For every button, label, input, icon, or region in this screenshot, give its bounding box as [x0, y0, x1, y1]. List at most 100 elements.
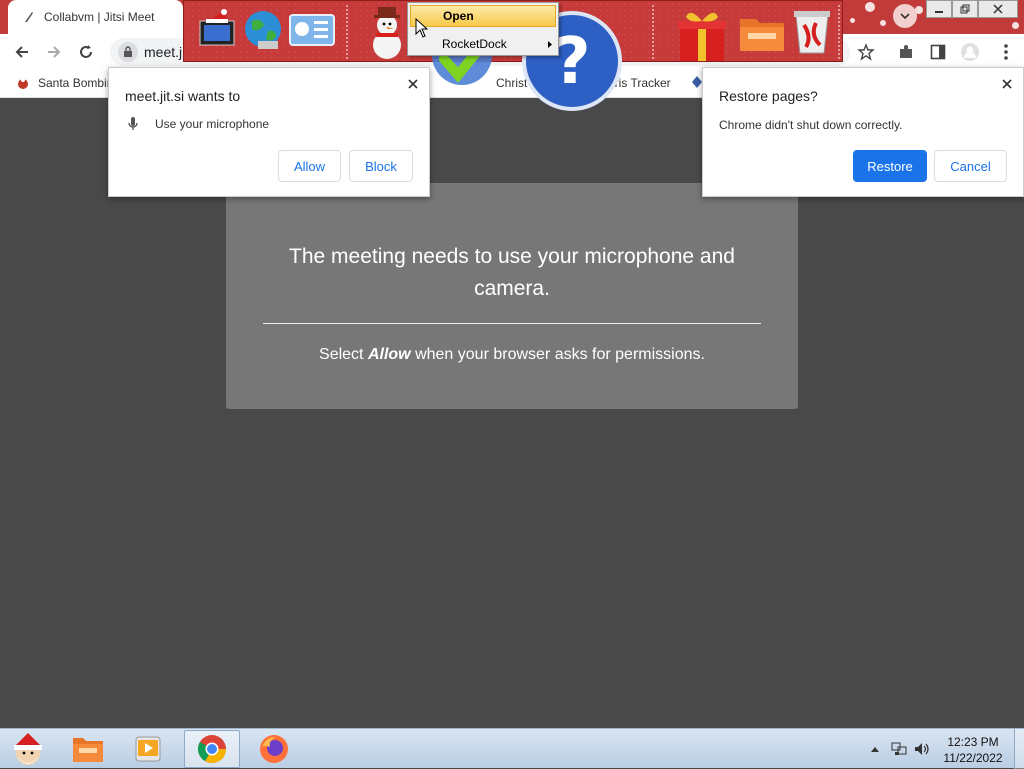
recycle-bin-icon[interactable]: [790, 7, 834, 57]
close-restore-button[interactable]: [999, 76, 1015, 92]
clock-date: 11/22/2022: [943, 751, 1003, 765]
close-icon: [993, 4, 1003, 14]
lock-icon[interactable]: [118, 42, 138, 62]
permission-info-card: The meeting needs to use your microphone…: [226, 183, 798, 409]
chevron-up-icon: [871, 747, 879, 752]
folder-icon: [73, 738, 103, 762]
jitsi-favicon-icon: [25, 12, 33, 22]
snowman-icon[interactable]: [364, 5, 410, 61]
forward-button[interactable]: [42, 40, 66, 64]
close-icon: [408, 79, 418, 89]
network-tray-button[interactable]: [891, 741, 907, 757]
mouse-cursor-icon: [415, 18, 429, 38]
avatar-icon: [961, 43, 979, 61]
svg-text:?: ?: [553, 25, 590, 99]
control-panel-icon[interactable]: [288, 11, 336, 51]
taskbar-chrome[interactable]: [184, 730, 240, 768]
menu-item-label: RocketDock: [442, 37, 507, 51]
snowflake-decoration: [865, 2, 875, 12]
close-window-button[interactable]: [978, 0, 1018, 18]
snowflake-decoration: [1012, 22, 1019, 29]
close-icon: [1002, 79, 1012, 89]
restore-dialog-message: Chrome didn't shut down correctly.: [719, 118, 903, 132]
restore-pages-dialog: Restore pages? Chrome didn't shut down c…: [702, 67, 1024, 197]
folder-icon[interactable]: [738, 11, 786, 55]
volume-tray-button[interactable]: [914, 741, 930, 757]
bookmark-item[interactable]: [692, 76, 702, 88]
permission-heading: The meeting needs to use your microphone…: [289, 245, 735, 300]
arrow-left-icon: [15, 46, 28, 58]
clock-time: 12:23 PM: [947, 735, 999, 749]
globe-icon[interactable]: [240, 7, 286, 53]
menu-item-label: Open: [443, 9, 474, 23]
taskbar-media-player[interactable]: [120, 730, 176, 768]
media-player-icon: [135, 736, 161, 762]
tab-title: Collabvm | Jitsi Meet: [44, 10, 155, 24]
santa-hat-computer-icon[interactable]: [194, 9, 240, 53]
minimize-button[interactable]: [926, 0, 952, 18]
reload-button[interactable]: [74, 40, 98, 64]
profile-button[interactable]: [960, 42, 980, 62]
gift-box-icon[interactable]: [676, 7, 728, 63]
minimize-icon: [935, 11, 943, 13]
santa-start-icon: [14, 733, 42, 765]
chrome-menu-button[interactable]: [996, 42, 1016, 62]
windows-taskbar: 12:23 PM 11/22/2022: [0, 728, 1024, 769]
dock-context-menu: Open RocketDock: [407, 2, 559, 56]
extensions-button[interactable]: [896, 42, 916, 62]
dock-separator: [838, 5, 840, 59]
show-hidden-icons-button[interactable]: [867, 741, 883, 757]
menu-item-rocketdock[interactable]: RocketDock: [410, 33, 556, 55]
permission-dialog: meet.jit.si wants to Use your microphone…: [108, 67, 430, 197]
reload-icon: [80, 45, 92, 58]
block-button[interactable]: Block: [349, 150, 413, 182]
star-icon: [857, 43, 875, 61]
microphone-icon: [128, 117, 138, 130]
snowflake-decoration: [850, 18, 855, 23]
arrow-right-icon: [48, 46, 61, 58]
instruction-emphasis: Allow: [367, 346, 411, 363]
diamond-icon: [692, 76, 702, 88]
restore-window-icon: [960, 4, 970, 14]
bookmark-label: Santa Bombin: [38, 76, 114, 90]
taskbar-explorer[interactable]: [60, 730, 116, 768]
cancel-button[interactable]: Cancel: [934, 150, 1007, 182]
url-text: meet.ji: [144, 44, 186, 60]
permission-instruction: Select Allow when your browser asks for …: [226, 346, 798, 364]
bookmark-item[interactable]: Santa Bombin: [16, 76, 113, 90]
menu-item-open[interactable]: Open: [410, 5, 556, 27]
puzzle-icon: [900, 45, 912, 58]
allow-button[interactable]: Allow: [278, 150, 341, 182]
show-desktop-button[interactable]: [1014, 729, 1024, 769]
browser-tab[interactable]: Collabvm | Jitsi Meet: [8, 0, 183, 34]
divider: [263, 323, 761, 324]
submenu-arrow-icon: [548, 41, 552, 48]
santa-icon: [18, 78, 28, 89]
restore-button[interactable]: Restore: [853, 150, 927, 182]
side-panel-icon: [930, 44, 946, 60]
dock-separator: [346, 5, 348, 59]
tab-search-button[interactable]: [893, 4, 917, 28]
close-permission-button[interactable]: [405, 76, 421, 92]
restore-window-button[interactable]: [952, 0, 978, 18]
permission-dialog-title: meet.jit.si wants to: [125, 88, 241, 104]
permission-request-label: Use your microphone: [155, 117, 270, 131]
instruction-suffix: when your browser asks for permissions.: [410, 346, 705, 363]
side-panel-button[interactable]: [928, 42, 948, 62]
instruction-prefix: Select: [319, 346, 368, 363]
taskbar-clock[interactable]: 12:23 PM 11/22/2022: [938, 734, 1008, 766]
restore-dialog-title: Restore pages?: [719, 88, 818, 104]
more-vert-icon: [1004, 44, 1008, 60]
start-button[interactable]: [0, 730, 56, 768]
network-icon: [891, 742, 907, 755]
taskbar-firefox[interactable]: [246, 730, 302, 768]
firefox-icon: [260, 735, 288, 763]
dock-separator: [652, 5, 654, 59]
back-button[interactable]: [10, 40, 34, 64]
snowflake-decoration: [880, 20, 886, 26]
chrome-icon: [198, 735, 226, 763]
permission-request-row: Use your microphone: [127, 116, 269, 132]
bookmark-star-button[interactable]: [856, 42, 876, 62]
chevron-down-icon: [900, 13, 910, 20]
speaker-icon: [915, 743, 929, 755]
